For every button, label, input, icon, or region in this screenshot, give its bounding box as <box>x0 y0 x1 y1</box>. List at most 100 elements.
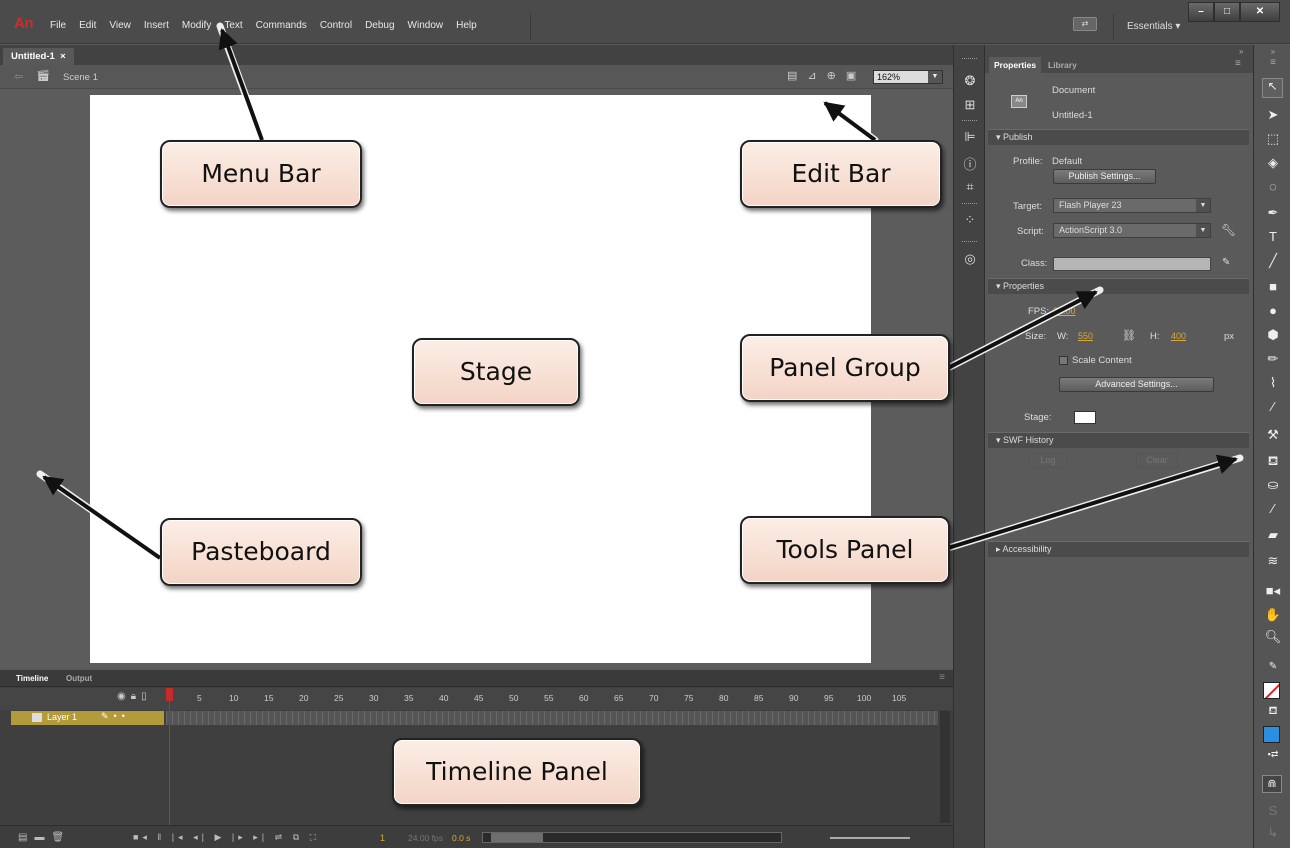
grip-handle[interactable] <box>962 58 977 60</box>
accessibility-section-header[interactable]: ▸ Accessibility <box>988 541 1249 557</box>
width-tool-icon[interactable]: ≋ <box>1263 553 1283 571</box>
lasso-tool-icon[interactable]: ◌ <box>1263 179 1283 197</box>
align-icon[interactable]: ⊫ <box>960 129 980 145</box>
grip-handle[interactable] <box>962 120 977 122</box>
link-icon[interactable]: ⛓︎ <box>1122 329 1136 342</box>
new-folder-icon[interactable]: ▬ <box>34 832 51 843</box>
line-tool-icon[interactable]: ╱ <box>1263 253 1283 271</box>
menu-item-window[interactable]: Window <box>408 20 444 31</box>
panel-menu-icon[interactable]: ≡ <box>939 672 945 683</box>
fill-bucket-icon[interactable]: ⛾ <box>1263 705 1283 723</box>
edit-symbol-icon[interactable]: ⊿ <box>807 69 816 82</box>
horizontal-scrollbar[interactable] <box>482 832 782 843</box>
motion-presets-icon[interactable]: ⁘ <box>960 212 980 228</box>
onion-skin-icon[interactable]: ⧉ <box>293 832 303 842</box>
panel-menu-icon[interactable]: ≡ <box>1235 58 1241 69</box>
timeline-zoom-slider[interactable] <box>830 837 910 839</box>
zoom-select[interactable]: 162% ▼ <box>873 70 943 84</box>
last-frame-icon[interactable]: ▸| <box>253 832 268 842</box>
polystar-tool-icon[interactable]: ⬢ <box>1263 327 1283 345</box>
menu-item-view[interactable]: View <box>109 20 131 31</box>
straighten-icon[interactable]: ↳ <box>1263 825 1283 843</box>
menu-item-file[interactable]: File <box>50 20 66 31</box>
menu-item-edit[interactable]: Edit <box>79 20 96 31</box>
ink-bottle-tool-icon[interactable]: ⛀ <box>1263 477 1283 495</box>
pause-icon[interactable]: ‖ <box>157 832 165 842</box>
grip-handle[interactable] <box>962 203 977 205</box>
selection-tool-icon[interactable]: ↖ <box>1262 78 1283 98</box>
properties-section-header[interactable]: ▾ Properties <box>988 278 1249 294</box>
menu-item-insert[interactable]: Insert <box>144 20 169 31</box>
maximize-button[interactable]: □ <box>1214 2 1240 22</box>
advanced-settings-button[interactable]: Advanced Settings... <box>1059 377 1214 392</box>
stage-color-swatch[interactable] <box>1074 411 1096 424</box>
menu-item-text[interactable]: Text <box>224 20 242 31</box>
tab-output[interactable]: Output <box>66 674 92 683</box>
paint-bucket-tool-icon[interactable]: ⛾ <box>1263 453 1283 471</box>
menu-item-help[interactable]: Help <box>456 20 477 31</box>
collapse-icon[interactable]: » <box>1239 47 1243 56</box>
lock-icon[interactable]: 🔒︎ <box>131 691 136 702</box>
menu-item-debug[interactable]: Debug <box>365 20 394 31</box>
info-icon[interactable]: ⓘ <box>960 154 980 172</box>
tab-library[interactable]: Library <box>1048 60 1077 70</box>
snap-to-objects-icon[interactable]: ⋒ <box>1262 775 1282 793</box>
camera-icon[interactable]: ■◂ <box>133 832 151 842</box>
playhead[interactable] <box>166 688 173 701</box>
wrench-icon[interactable]: 🔧︎ <box>1221 223 1236 237</box>
menu-item-modify[interactable]: Modify <box>182 20 211 31</box>
menu-item-commands[interactable]: Commands <box>256 20 307 31</box>
center-stage-icon[interactable]: ⊕ <box>827 69 836 82</box>
workspace-switcher[interactable]: Essentials ▾ <box>1127 21 1180 32</box>
vertical-scrollbar[interactable] <box>940 711 950 823</box>
frame-ruler[interactable]: ◉ 🔒︎ ▯ 151015202530354045505560657075808… <box>0 688 953 710</box>
loop-icon[interactable]: ⇌ <box>275 832 287 842</box>
subselection-tool-icon[interactable]: ➤ <box>1263 107 1283 125</box>
hand-tool-icon[interactable]: ✋ <box>1263 607 1283 625</box>
trash-icon[interactable]: 🗑︎ <box>51 832 71 843</box>
transform-icon[interactable]: ⌗ <box>960 179 980 195</box>
clear-button[interactable]: Clear <box>1136 453 1178 468</box>
publish-settings-button[interactable]: Publish Settings... <box>1053 169 1156 184</box>
tab-properties[interactable]: Properties <box>989 57 1042 73</box>
eraser-tool-icon[interactable]: ▰ <box>1263 527 1283 545</box>
color-palette-icon[interactable]: ❂ <box>960 73 980 89</box>
frame-grid[interactable] <box>166 711 938 725</box>
layer-row[interactable]: Layer 1 ✎•• <box>11 711 164 725</box>
script-select[interactable]: ActionScript 3.0 ▼ <box>1053 223 1211 238</box>
cc-libraries-icon[interactable]: ◎ <box>960 251 980 267</box>
swap-colors-icon[interactable]: ▪⇄ <box>1263 749 1283 767</box>
scroll-thumb[interactable] <box>491 833 543 842</box>
back-arrow-icon[interactable]: ⇦ <box>14 70 23 83</box>
outline-icon[interactable]: ▯ <box>141 691 147 702</box>
brush-tool-icon[interactable]: ⁄ <box>1263 399 1283 417</box>
menu-item-control[interactable]: Control <box>320 20 352 31</box>
smooth-icon[interactable]: S <box>1263 803 1283 821</box>
height-value[interactable]: 400 <box>1171 331 1186 341</box>
log-button[interactable]: Log <box>1028 453 1068 468</box>
grip-handle[interactable] <box>962 241 977 243</box>
layer-controls[interactable]: ✎•• <box>101 711 130 722</box>
step-back-icon[interactable]: ◂| <box>193 832 208 842</box>
eye-icon[interactable]: ◉ <box>117 691 126 702</box>
camera-tool-icon[interactable]: ■◂ <box>1263 583 1283 601</box>
oval-tool-icon[interactable]: ● <box>1263 303 1283 321</box>
class-input[interactable] <box>1053 257 1211 271</box>
swf-history-section-header[interactable]: ▾ SWF History <box>988 432 1249 448</box>
sync-settings-button[interactable]: ⇄ <box>1073 17 1097 31</box>
edit-pencil-icon[interactable]: ✎ <box>1222 257 1230 268</box>
play-icon[interactable]: ▶ <box>214 832 225 842</box>
bone-tool-icon[interactable]: ⚒ <box>1263 427 1283 445</box>
clip-stage-icon[interactable]: ▣ <box>846 69 856 82</box>
edit-markers-icon[interactable]: ⛶ <box>310 832 320 842</box>
pen-tool-icon[interactable]: ✒ <box>1263 205 1283 223</box>
swatches-icon[interactable]: ⊞ <box>960 97 980 113</box>
free-transform-tool-icon[interactable]: ⬚ <box>1263 131 1283 149</box>
stroke-color-swatch[interactable] <box>1263 682 1280 699</box>
publish-section-header[interactable]: ▾ Publish <box>988 129 1249 145</box>
new-layer-icon[interactable]: ▤ <box>18 832 34 843</box>
paint-brush-tool-icon[interactable]: ⌇ <box>1263 375 1283 393</box>
zoom-tool-icon[interactable]: 🔍︎ <box>1263 629 1283 647</box>
eyedropper-tool-icon[interactable]: ⁄ <box>1263 501 1283 519</box>
tab-timeline[interactable]: Timeline <box>16 674 48 683</box>
